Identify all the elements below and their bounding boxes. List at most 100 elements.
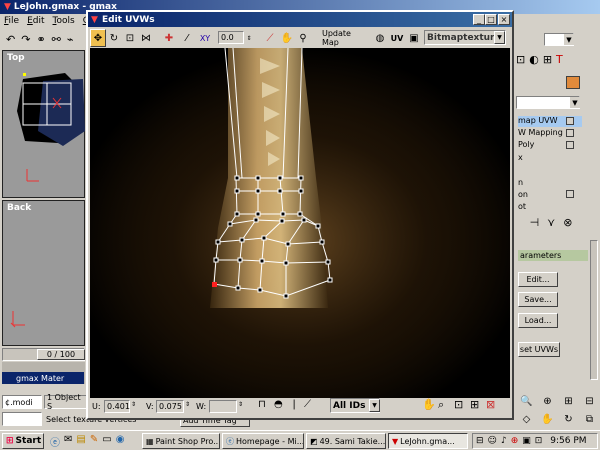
time-slider-thumb[interactable]: 0 / 100 <box>37 349 85 360</box>
volume-icon[interactable]: ♪ <box>501 436 507 446</box>
chevron-down-icon[interactable]: ▼ <box>564 34 574 45</box>
maximize-button[interactable]: □ <box>485 14 497 25</box>
zoom-icon[interactable]: 🔍 <box>520 396 532 407</box>
mirror-tool-icon[interactable]: ⋈ <box>139 29 153 47</box>
viewport-top[interactable]: Top <box>2 50 85 198</box>
task-homepage[interactable]: ⓔ Homepage - Mi... <box>222 433 304 449</box>
modifier-toggle-checkbox[interactable] <box>566 190 574 198</box>
update-map-button[interactable]: Update Map <box>322 29 370 47</box>
spinner-arrows-icon[interactable]: ⇕ <box>238 401 243 408</box>
modifier-toggle-checkbox[interactable] <box>566 129 574 137</box>
freeform-tool-icon[interactable]: ✚ <box>162 29 176 47</box>
field-of-view-icon[interactable]: ◇ <box>523 414 531 425</box>
minimize-button[interactable]: _ <box>473 14 485 25</box>
pan-icon[interactable]: ✋ <box>422 398 436 411</box>
media-icon[interactable]: ◉ <box>116 434 125 448</box>
modifier-stack-item[interactable]: x <box>518 153 582 164</box>
viewport-back[interactable]: Back <box>2 200 85 346</box>
spinner-field[interactable]: 0.0 <box>218 31 244 44</box>
hierarchy-tab-icon[interactable]: ⊞ <box>543 53 552 66</box>
lock-selection-icon[interactable]: ⊓ <box>258 399 266 410</box>
freeze-icon[interactable]: ❘ <box>290 399 298 410</box>
network-icon[interactable]: ⊟ <box>476 436 484 446</box>
chevron-down-icon[interactable]: ▼ <box>570 97 580 108</box>
pan-icon[interactable]: ✋ <box>541 414 553 425</box>
undo-icon[interactable]: ↶ <box>6 33 15 46</box>
show-end-result-icon[interactable]: ⋎ <box>547 216 555 229</box>
zoom-icon[interactable]: ⌕ <box>438 398 444 412</box>
maximize-toggle-icon[interactable]: ⧉ <box>586 414 593 425</box>
menu-edit[interactable]: Edit <box>27 16 44 26</box>
folder-icon[interactable]: ▤ <box>76 434 85 448</box>
modifier-toggle-checkbox[interactable] <box>566 117 574 125</box>
gmax-icon[interactable]: ✎ <box>90 434 98 448</box>
flip-tool-icon[interactable]: ⚲ <box>296 29 310 47</box>
chevron-down-icon[interactable]: ▼ <box>494 31 505 44</box>
modify-tab-icon[interactable]: ◐ <box>529 53 539 66</box>
v-value-field[interactable]: 0.075 <box>156 400 184 413</box>
zoom-region-icon[interactable]: ⊡ <box>454 398 463 411</box>
modifier-toggle-checkbox[interactable] <box>566 141 574 149</box>
hand-tool-icon[interactable]: ✋ <box>280 29 294 47</box>
move-tool-icon[interactable]: ✥ <box>90 29 106 47</box>
edit-uvws-title-bar[interactable]: ▼ Edit UVWs <box>88 12 512 27</box>
command-panel-scrollbar[interactable] <box>590 240 598 380</box>
task-sami-takie[interactable]: ◩ 49. Sami Takie... <box>306 433 386 449</box>
u-value-field[interactable]: 0.401 <box>104 400 130 413</box>
zoom-selected-icon[interactable]: ⊠ <box>486 398 495 411</box>
reset-uvws-button[interactable]: set UVWs <box>518 342 560 357</box>
zoom-extents-all-icon[interactable]: ⊟ <box>585 396 593 407</box>
chevron-down-icon[interactable]: ▼ <box>369 399 380 412</box>
display-icon[interactable]: ▣ <box>522 436 531 446</box>
create-tab-icon[interactable]: ⊡ <box>516 53 525 66</box>
uv-editor-canvas[interactable] <box>90 48 510 398</box>
task-paint-shop-pro[interactable]: ▦ Paint Shop Pro... <box>142 433 220 449</box>
break-tool-icon[interactable]: ⟋ <box>263 29 277 47</box>
maxscript-output[interactable] <box>2 412 42 426</box>
antivirus-icon[interactable]: ⊕ <box>511 436 519 446</box>
hide-icon[interactable]: ◓ <box>274 399 283 410</box>
w-value-field[interactable] <box>209 400 237 413</box>
remove-modifier-icon[interactable]: ⊗ <box>563 216 572 229</box>
menu-file[interactable]: File <box>4 16 19 26</box>
object-color-swatch[interactable] <box>566 76 580 89</box>
pin-stack-icon[interactable]: ⊣ <box>530 216 540 229</box>
scale-tool-icon[interactable]: ⊡ <box>123 29 137 47</box>
filter-selected-icon[interactable]: ⟋ <box>304 399 311 410</box>
time-slider[interactable]: 0 / 100 <box>2 348 85 361</box>
zoom-all-icon[interactable]: ⊕ <box>543 396 551 407</box>
gmax-material-button[interactable]: gmax Mater <box>2 372 84 384</box>
desktop-icon[interactable]: ▭ <box>102 434 111 448</box>
zoom-extents-icon[interactable]: ⊞ <box>470 398 479 411</box>
rotate-tool-icon[interactable]: ↻ <box>107 29 121 47</box>
arc-rotate-icon[interactable]: ↻ <box>564 414 572 425</box>
spinner-arrows-icon[interactable]: ⇕ <box>131 401 136 408</box>
link-icon[interactable]: ⚭ <box>36 33 45 46</box>
save-button[interactable]: Save... <box>518 292 558 307</box>
zoom-extents-icon[interactable]: ⊞ <box>564 396 572 407</box>
update-icon[interactable]: ⊡ <box>535 436 543 446</box>
spinner-arrows-icon[interactable]: ⇕ <box>245 29 253 47</box>
browser-icon[interactable]: ⓔ <box>50 434 60 449</box>
task-lejohn-gmax[interactable]: ▼ LeJohn.gma... <box>388 433 468 449</box>
selected-vertex[interactable] <box>212 282 217 287</box>
modifier-stack-item[interactable]: n <box>518 178 582 189</box>
motion-tab-icon[interactable]: T <box>556 53 563 66</box>
start-button[interactable]: ⊞ Start <box>2 433 44 449</box>
unlink-icon[interactable]: ⚯ <box>52 33 61 46</box>
redo-icon[interactable]: ↷ <box>21 33 30 46</box>
spinner-arrows-icon[interactable]: ⇕ <box>185 401 190 408</box>
email-icon[interactable]: ✉ <box>64 434 72 448</box>
uv-axis-label-icon[interactable]: XY <box>198 29 212 47</box>
maxscript-listener[interactable]: ¢.modi <box>2 395 42 409</box>
load-button[interactable]: Load... <box>518 313 558 328</box>
modifier-stack-item[interactable]: ot <box>518 202 582 213</box>
bind-icon[interactable]: ⌁ <box>67 33 74 46</box>
close-button[interactable]: × <box>498 14 510 25</box>
parameters-rollout-header[interactable]: arameters <box>518 250 588 261</box>
menu-tools[interactable]: Tools <box>53 16 75 26</box>
checker-map-icon[interactable]: ◍ <box>374 29 386 47</box>
display-icon[interactable]: ▣ <box>408 29 420 47</box>
messenger-icon[interactable]: ☺ <box>488 436 497 446</box>
clock[interactable]: 9:56 PM <box>550 436 586 446</box>
